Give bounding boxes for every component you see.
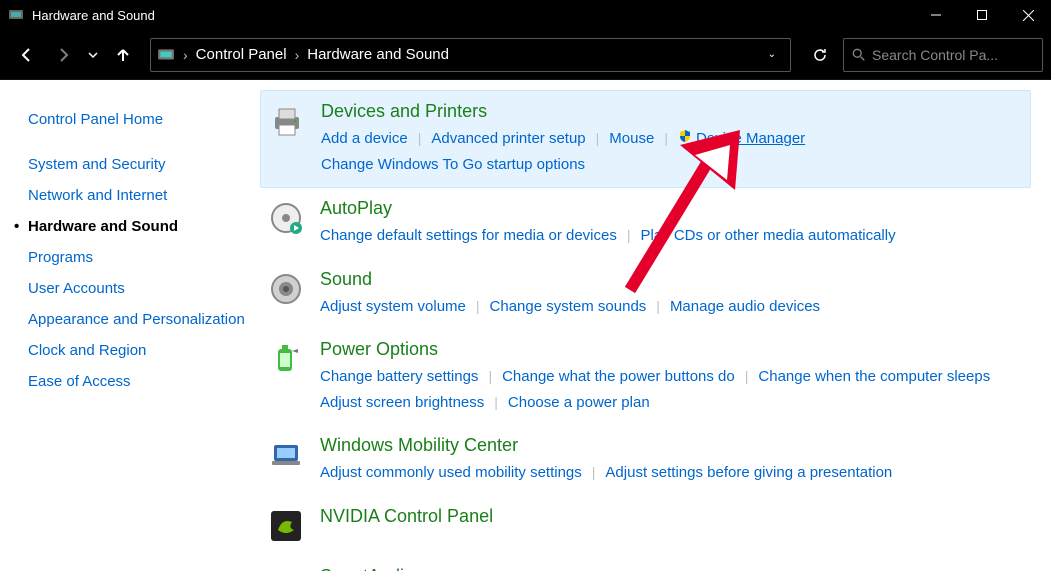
category-links: Add a device|Advanced printer setup|Mous… [321, 126, 1018, 177]
nvidia-icon[interactable] [266, 506, 306, 546]
search-icon [852, 48, 866, 62]
category-link[interactable]: Choose a power plan [508, 390, 650, 416]
sidebar-item[interactable]: Programs [28, 242, 250, 273]
category-title[interactable]: SmartAudio [320, 566, 1019, 571]
category-link[interactable]: Manage audio devices [670, 294, 820, 320]
category-link[interactable]: Adjust screen brightness [320, 390, 484, 416]
mobility-icon[interactable] [266, 435, 306, 475]
category-title[interactable]: NVIDIA Control Panel [320, 506, 1019, 527]
category-title[interactable]: Power Options [320, 339, 1019, 360]
category-title[interactable]: AutoPlay [320, 198, 1019, 219]
category-link[interactable]: Change what the power buttons do [502, 364, 735, 390]
sidebar-item[interactable]: System and Security [28, 149, 250, 180]
sidebar-item[interactable]: Ease of Access [28, 366, 250, 397]
category-link[interactable]: Change system sounds [490, 294, 647, 320]
power-icon[interactable] [266, 339, 306, 379]
category-link[interactable]: Change battery settings [320, 364, 478, 390]
category: SoundAdjust system volume|Change system … [260, 259, 1031, 330]
category: Power OptionsChange battery settings|Cha… [260, 329, 1031, 425]
link-divider: | [478, 365, 502, 389]
maximize-button[interactable] [959, 0, 1005, 30]
breadcrumb-item[interactable]: Control Panel [196, 46, 287, 63]
category: AutoPlay Change default settings for medi… [260, 188, 1031, 259]
sidebar-item[interactable]: Clock and Region [28, 335, 250, 366]
category: SmartAudio [260, 556, 1031, 571]
category: Windows Mobility Center Adjust commonly u… [260, 425, 1031, 496]
category-link[interactable]: Play CDs or other media automatically [640, 223, 895, 249]
navbar: › Control Panel › Hardware and Sound ⌄ S… [0, 30, 1051, 80]
sidebar-home-link[interactable]: Control Panel Home [28, 104, 250, 135]
category-links: Change battery settings|Change what the … [320, 364, 1019, 415]
sidebar-item[interactable]: User Accounts [28, 273, 250, 304]
forward-button[interactable] [48, 40, 78, 70]
category-link[interactable]: Advanced printer setup [431, 126, 585, 152]
refresh-button[interactable] [803, 38, 837, 72]
link-divider: | [484, 391, 508, 415]
app-icon [8, 7, 24, 23]
window-controls [913, 0, 1051, 30]
sidebar-item[interactable]: Network and Internet [28, 180, 250, 211]
link-divider: | [408, 127, 432, 151]
sidebar: Control Panel Home System and SecurityNe… [0, 80, 260, 571]
category-title[interactable]: Sound [320, 269, 1019, 290]
shield-icon [678, 126, 692, 152]
sound-icon[interactable] [266, 269, 306, 309]
category-title[interactable]: Devices and Printers [321, 101, 1018, 122]
link-divider: | [466, 295, 490, 319]
category-link[interactable]: Change when the computer sleeps [758, 364, 990, 390]
main-panel: Devices and PrintersAdd a device|Advance… [260, 80, 1051, 571]
autoplay-icon[interactable] [266, 198, 306, 238]
category-link[interactable]: Mouse [609, 126, 654, 152]
printer-icon[interactable] [267, 101, 307, 141]
link-divider: | [654, 127, 678, 151]
chevron-down-icon[interactable]: ⌄ [768, 49, 784, 60]
minimize-button[interactable] [913, 0, 959, 30]
smartaudio-icon[interactable] [266, 566, 306, 571]
link-divider: | [586, 127, 610, 151]
category-link[interactable]: Device Manager [678, 126, 805, 152]
link-divider: | [646, 295, 670, 319]
back-button[interactable] [12, 40, 42, 70]
category-links: Adjust system volume|Change system sound… [320, 294, 1019, 320]
category-link[interactable]: Change Windows To Go startup options [321, 152, 585, 178]
search-placeholder: Search Control Pa... [872, 47, 998, 63]
category-link[interactable]: Adjust system volume [320, 294, 466, 320]
up-button[interactable] [108, 40, 138, 70]
window-title: Hardware and Sound [32, 8, 913, 23]
category-link[interactable]: Add a device [321, 126, 408, 152]
titlebar: Hardware and Sound [0, 0, 1051, 30]
category-links: Adjust commonly used mobility settings|A… [320, 460, 1019, 486]
chevron-right-icon: › [179, 47, 192, 63]
close-button[interactable] [1005, 0, 1051, 30]
chevron-right-icon: › [291, 47, 304, 63]
link-divider: | [617, 224, 641, 248]
link-divider: | [582, 461, 606, 485]
control-panel-icon [157, 46, 175, 64]
breadcrumb-item[interactable]: Hardware and Sound [307, 46, 449, 63]
category-links: Change default settings for media or dev… [320, 223, 1019, 249]
recent-dropdown[interactable] [84, 40, 102, 70]
category-link[interactable]: Adjust settings before giving a presenta… [605, 460, 892, 486]
category: Devices and PrintersAdd a device|Advance… [260, 90, 1031, 188]
link-divider: | [735, 365, 759, 389]
content-area: Control Panel Home System and SecurityNe… [0, 80, 1051, 571]
search-input[interactable]: Search Control Pa... [843, 38, 1043, 72]
breadcrumb[interactable]: › Control Panel › Hardware and Sound ⌄ [150, 38, 791, 72]
sidebar-item[interactable]: Appearance and Personalization [28, 304, 250, 335]
category-link[interactable]: Adjust commonly used mobility settings [320, 460, 582, 486]
category-title[interactable]: Windows Mobility Center [320, 435, 1019, 456]
sidebar-item[interactable]: Hardware and Sound [28, 211, 250, 242]
category-link[interactable]: Change default settings for media or dev… [320, 223, 617, 249]
category: NVIDIA Control Panel [260, 496, 1031, 556]
